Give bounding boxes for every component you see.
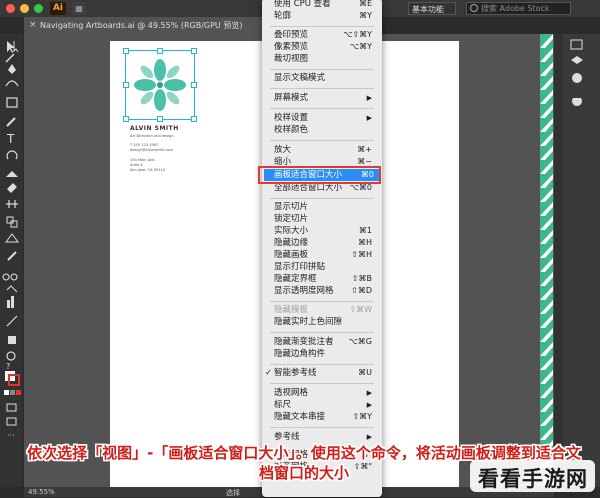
- eraser-tool-icon: [7, 183, 17, 193]
- zoom-tool-icon: [6, 351, 16, 361]
- card-address-line: 100 Main Ave.: [130, 158, 156, 162]
- card-email: design@alvinsmith.com: [130, 148, 173, 152]
- menu-separator: [270, 427, 374, 428]
- card-role: Art Direction and design: [130, 134, 174, 138]
- paintbrush-tool-icon: [6, 117, 16, 127]
- menu-item-hide-live-paint-gaps[interactable]: 隐藏实时上色间隙: [274, 316, 378, 328]
- menu-item-screen-mode[interactable]: 屏幕模式 ▶: [274, 92, 378, 104]
- menu-item-trim-view[interactable]: 裁切视图: [274, 53, 378, 65]
- card-address-line: San Jose, CA 95110: [130, 168, 166, 172]
- menu-item-show-slices[interactable]: 显示切片: [274, 201, 378, 213]
- bridge-icon[interactable]: ▦: [72, 2, 86, 15]
- rectangle-tool-icon: [6, 97, 18, 108]
- document-tab-title: Navigating Artboards.ai @ 49.55% (RGB/GP…: [40, 21, 243, 30]
- color-mode-icon: [4, 390, 9, 395]
- menu-item-hide-template: 隐藏模板 ⇧⌘W: [274, 305, 372, 315]
- menu-item-guides[interactable]: 参考线 ▶: [274, 431, 378, 443]
- menu-item-show-print-tiling[interactable]: 显示打印拼贴: [274, 261, 378, 273]
- workspace-switcher[interactable]: 基本功能: [408, 2, 456, 15]
- shape-builder-icon: [6, 216, 18, 228]
- properties-panel-icon: [570, 39, 583, 50]
- curvature-tool-icon: [5, 80, 19, 87]
- menu-item-hide-gradient-annotator[interactable]: 隐藏渐变批注者 ⌥⌘G: [274, 336, 378, 348]
- type-tool-icon: T: [6, 132, 15, 146]
- pen-tool-icon: [8, 64, 16, 74]
- menu-item-gpu-view[interactable]: 使用 CPU 查看 ⌘E: [274, 0, 378, 10]
- menu-separator: [270, 301, 374, 302]
- menu-item-lock-slices[interactable]: 锁定切片: [274, 213, 378, 225]
- menu-separator: [270, 383, 374, 384]
- zoom-level[interactable]: 49.55%: [28, 488, 55, 496]
- leaf-logo-icon: [134, 59, 186, 111]
- view-menu: 使用 CPU 查看 ⌘E 轮廓 ⌘Y 叠印预览 ⌥⇧⌘Y 像素预览 ⌥⌘Y 裁切视图 显…: [262, 0, 382, 497]
- width-tool-icon: [6, 200, 18, 208]
- menu-item-perspective-grid[interactable]: 透视网格 ▶: [274, 387, 378, 399]
- annotation-highlight-box: [258, 166, 381, 184]
- tools-icons[interactable]: T ? ···: [0, 34, 23, 487]
- hand-tool-icon: [8, 336, 16, 344]
- menu-item-proof-setup[interactable]: 校样设置 ▶: [274, 112, 378, 124]
- rotate-tool-icon: [6, 150, 18, 160]
- watermark-text: 看看手游网: [478, 467, 588, 491]
- draw-mode-icon: [6, 403, 17, 412]
- color-panel-icon: [572, 98, 582, 106]
- blend-tool-icon: [2, 273, 18, 281]
- menu-item-show-transparency-grid[interactable]: 显示透明度网格 ⇧⌘D: [274, 285, 378, 297]
- stock-search-input[interactable]: 搜索 Adobe Stock: [466, 2, 571, 15]
- help-icon: ?: [6, 362, 10, 371]
- direct-selection-tool-icon: [13, 41, 19, 53]
- checkmark-icon: ✓: [265, 368, 273, 378]
- eyedropper-icon: [7, 251, 17, 261]
- close-tab-icon[interactable]: ×: [29, 20, 37, 30]
- menu-item-hide-bounding-box[interactable]: 隐藏定界框 ⇧⌘B: [274, 273, 378, 285]
- graph-tool-icon: [7, 300, 10, 308]
- perspective-grid-icon: [5, 233, 19, 243]
- close-window-button[interactable]: [6, 4, 15, 13]
- menu-item-pixel-preview[interactable]: 像素预览 ⌥⌘Y: [274, 41, 378, 53]
- libraries-panel-icon: [572, 73, 582, 83]
- green-stripe-artwork: [540, 34, 553, 487]
- slice-tool-icon: [6, 315, 18, 327]
- menu-separator: [270, 69, 374, 70]
- card-name: ALVIN SMITH: [130, 125, 179, 132]
- minimize-window-button[interactable]: [20, 4, 29, 13]
- search-icon: [470, 4, 478, 12]
- menu-separator: [270, 364, 374, 365]
- magic-wand-icon: [5, 53, 15, 63]
- zoom-window-button[interactable]: [34, 4, 43, 13]
- menu-separator: [270, 26, 374, 27]
- panel-icons[interactable]: [565, 38, 595, 118]
- menu-separator: [270, 198, 374, 199]
- menu-item-hide-artboards[interactable]: 隐藏画板 ⇧⌘H: [274, 249, 378, 261]
- tools-panel: T ? ···: [0, 34, 23, 487]
- menu-separator: [270, 332, 374, 333]
- menu-separator: [270, 140, 374, 141]
- menu-item-presentation-mode[interactable]: 显示文稿模式: [274, 72, 378, 84]
- menu-item-actual-size[interactable]: 实际大小 ⌘1: [274, 225, 378, 237]
- menu-item-proof-colors[interactable]: 校样颜色: [274, 124, 378, 136]
- menu-item-hide-corner-widget[interactable]: 隐藏边角构件: [274, 348, 378, 360]
- layers-panel-icon: [571, 56, 583, 64]
- more-tools-icon: ···: [7, 431, 15, 440]
- menu-item-outline[interactable]: 轮廓 ⌘Y: [274, 10, 378, 22]
- screen-mode-icon: [6, 417, 17, 426]
- menu-item-zoom-in[interactable]: 放大 ⌘+: [274, 144, 378, 156]
- menu-separator: [270, 108, 374, 109]
- menu-item-overprint-preview[interactable]: 叠印预览 ⌥⇧⌘Y: [274, 29, 378, 41]
- menu-item-hide-text-threads[interactable]: 隐藏文本串接 ⇧⌘Y: [274, 411, 378, 423]
- symbol-sprayer-icon: [6, 285, 18, 293]
- menu-item-smart-guides[interactable]: ✓ 智能参考线 ⌘U: [265, 367, 378, 379]
- card-phone: T 555 123 4567: [130, 143, 159, 147]
- menu-item-rulers[interactable]: 标尺 ▶: [274, 399, 378, 411]
- menu-separator: [270, 88, 374, 89]
- card-address-line: Suite 4: [130, 163, 143, 167]
- menu-item-hide-edges[interactable]: 隐藏边缘 ⌘H: [274, 237, 378, 249]
- reflect-tool-icon: [6, 171, 18, 177]
- illustrator-logo-icon: Ai: [50, 2, 66, 15]
